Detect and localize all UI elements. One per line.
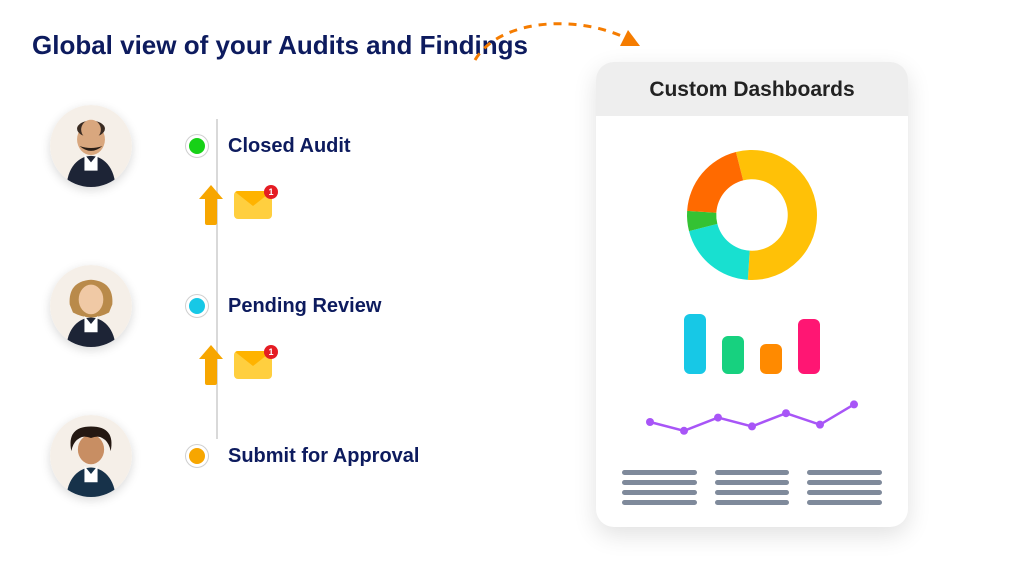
timeline-row-pending-review: Pending Review	[50, 265, 381, 347]
timeline-notify: 1	[202, 185, 272, 225]
avatar	[50, 415, 132, 497]
mail-icon: 1	[234, 191, 272, 219]
avatar	[50, 265, 132, 347]
arrow-up-icon	[202, 185, 220, 225]
timeline-label: Pending Review	[228, 295, 381, 318]
timeline-label: Closed Audit	[228, 135, 351, 158]
status-dot	[186, 445, 208, 467]
avatar	[50, 105, 132, 187]
timeline-label: Submit for Approval	[228, 445, 419, 468]
status-dot	[186, 295, 208, 317]
timeline-notify: 1	[202, 345, 272, 385]
curved-arrow-icon	[470, 12, 650, 68]
page-title: Global view of your Audits and Findings	[32, 30, 528, 61]
timeline-row-submit-approval: Submit for Approval	[50, 415, 419, 497]
sparkline-chart-icon	[642, 392, 862, 452]
mail-badge: 1	[264, 345, 278, 359]
status-dot	[186, 135, 208, 157]
custom-dashboards-card: Custom Dashboards	[596, 62, 908, 527]
card-title: Custom Dashboards	[596, 62, 908, 116]
donut-chart-icon	[677, 140, 827, 290]
arrow-up-icon	[202, 345, 220, 385]
bar-chart-icon	[622, 312, 882, 374]
timeline-row-closed-audit: Closed Audit	[50, 105, 351, 187]
text-placeholder-columns	[622, 470, 882, 505]
mail-icon: 1	[234, 351, 272, 379]
mail-badge: 1	[264, 185, 278, 199]
